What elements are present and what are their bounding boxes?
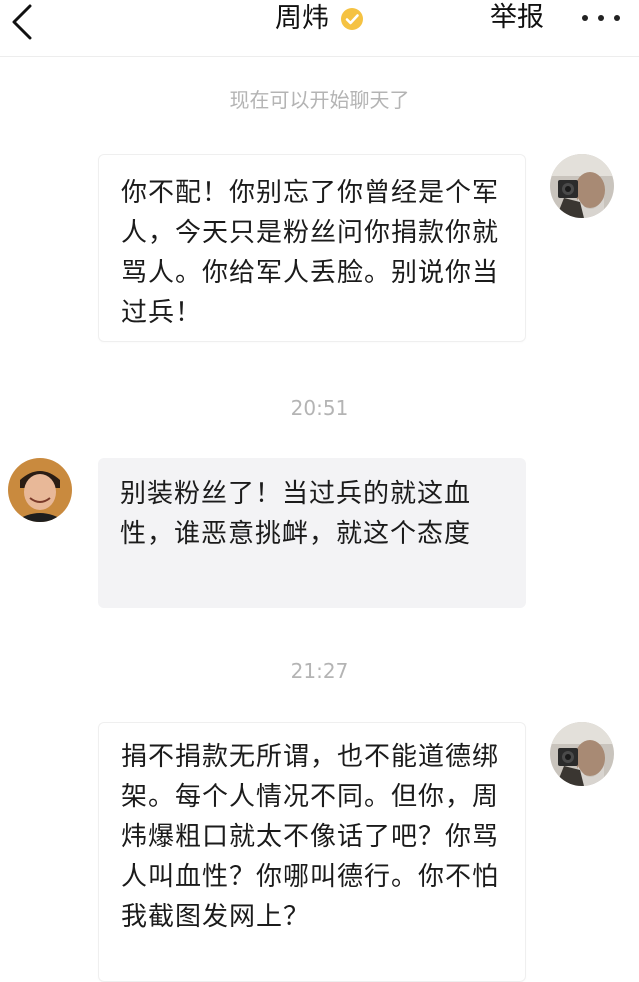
verified-badge-icon bbox=[340, 7, 364, 31]
header-divider bbox=[0, 56, 639, 57]
timestamp: 20:51 bbox=[290, 396, 349, 420]
message-text: 捐不捐款无所谓，也不能道德绑架。每个人情况不同。但你，周炜爆粗口就太不像话了吧？… bbox=[121, 742, 500, 932]
message-bubble-sent[interactable]: 捐不捐款无所谓，也不能道德绑架。每个人情况不同。但你，周炜爆粗口就太不像话了吧？… bbox=[98, 722, 526, 982]
avatar-sender[interactable] bbox=[550, 722, 614, 786]
avatar-sender[interactable] bbox=[550, 154, 614, 218]
user-avatar-photo-icon bbox=[550, 154, 614, 218]
chat-title: 周炜 bbox=[274, 3, 329, 34]
avatar-receiver[interactable] bbox=[8, 458, 72, 522]
timestamp: 21:27 bbox=[290, 659, 349, 683]
top-bar: 周炜 举报 bbox=[0, 0, 639, 48]
more-button[interactable] bbox=[578, 2, 624, 32]
message-text: 别装粉丝了！当过兵的就这血性，谁恶意挑衅，就这个态度 bbox=[120, 479, 472, 549]
system-notice: 现在可以开始聊天了 bbox=[229, 88, 410, 112]
user-avatar-photo-icon bbox=[550, 722, 614, 786]
message-text: 你不配！你别忘了你曾经是个军人，今天只是粉丝问你捐款你就骂人。你给军人丢脸。别说… bbox=[121, 178, 500, 328]
message-bubble-sent[interactable]: 你不配！你别忘了你曾经是个军人，今天只是粉丝问你捐款你就骂人。你给军人丢脸。别说… bbox=[98, 154, 526, 342]
message-bubble-received[interactable]: 别装粉丝了！当过兵的就这血性，谁恶意挑衅，就这个态度 bbox=[98, 458, 526, 608]
user-avatar-photo-icon bbox=[8, 458, 72, 522]
report-button[interactable]: 举报 bbox=[490, 2, 544, 34]
more-dots-icon bbox=[582, 15, 620, 21]
